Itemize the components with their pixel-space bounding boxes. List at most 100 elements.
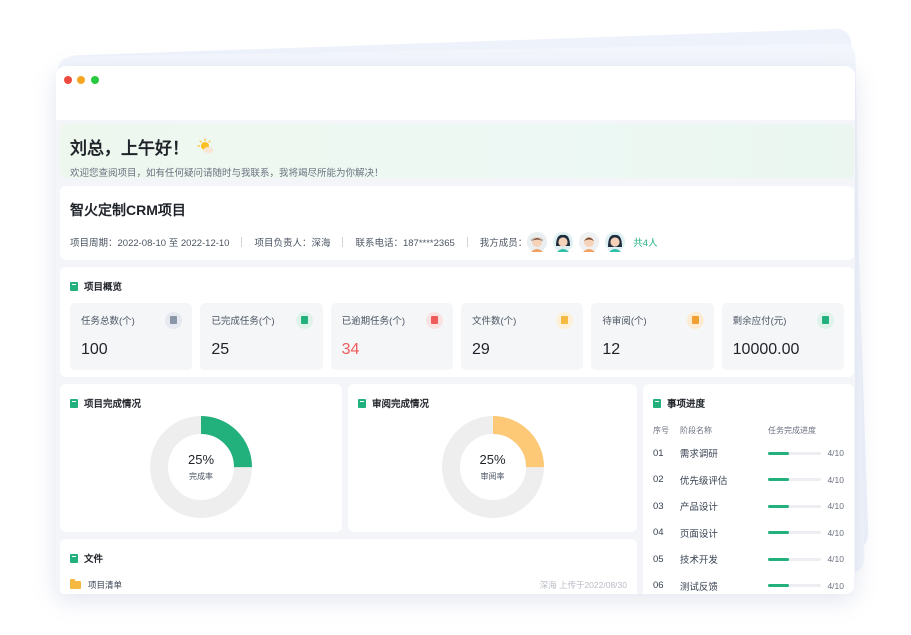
progress-fill <box>767 584 790 588</box>
bookmark-icon <box>70 281 78 291</box>
row-number: 05 <box>653 553 664 565</box>
stat-cards: 任务总数(个) 100 已完成任务(个) 25 已逾期任务(个) 34 文件数(个) 29 待审… <box>70 303 844 370</box>
progress-text: 4/10 <box>827 448 844 459</box>
folder-icon <box>70 579 81 589</box>
greeting-title: 刘总，上午好！ <box>70 134 844 159</box>
progress-bar <box>767 557 822 561</box>
avatar[interactable] <box>553 232 574 252</box>
title-bar <box>56 66 855 120</box>
stat-card[interactable]: 任务总数(个) 100 <box>70 303 193 370</box>
row-number: 01 <box>653 447 664 459</box>
progress-bar <box>767 478 822 482</box>
completion-label: 完成率 <box>189 472 213 481</box>
review-donut: 25% 审阅率 <box>441 416 544 518</box>
stat-card[interactable]: 文件数(个) 29 <box>460 303 584 370</box>
progress-text: 4/10 <box>827 501 844 512</box>
progress-row[interactable]: 06 测试反馈 4/10 <box>653 573 844 595</box>
stage-name: 优先级评估 <box>679 475 728 487</box>
progress-text: 4/10 <box>827 554 844 565</box>
row-number: 02 <box>653 474 664 486</box>
progress-row[interactable]: 04 页面设计 4/10 <box>653 520 844 547</box>
review-label: 审阅率 <box>480 472 505 481</box>
section-title-text: 项目完成情况 <box>84 399 142 410</box>
stat-card[interactable]: 已完成任务(个) 25 <box>200 303 323 370</box>
review-panel: 审阅完成情况 25% 审阅率 <box>348 384 637 532</box>
progress-row[interactable]: 02 优先级评估 4/10 <box>653 467 844 494</box>
app-window: 刘总，上午好！ 欢迎您查阅项目，如有任何疑问请随时与我联系，我将竭尽所能为你解决… <box>56 66 855 594</box>
sun-icon <box>197 137 215 156</box>
progress-text: 4/10 <box>827 580 844 591</box>
section-title-text: 事项进度 <box>667 399 706 410</box>
progress-row[interactable]: 03 产品设计 4/10 <box>653 493 844 520</box>
stat-icon <box>816 312 834 329</box>
overview-panel: 项目概览 任务总数(个) 100 已完成任务(个) 25 已逾期任务(个) 34 文件数(个… <box>60 267 854 377</box>
completion-donut: 25% 完成率 <box>150 416 252 518</box>
row-number: 06 <box>653 580 664 592</box>
project-period: 项目周期：2022-08-10 至 2022-12-10 <box>70 238 230 249</box>
minimize-window-button[interactable] <box>77 76 85 84</box>
stat-value: 25 <box>211 341 230 358</box>
section-title-text: 项目概览 <box>84 282 123 293</box>
file-upload-info: 深海 上传于2022/08/30 <box>539 580 627 590</box>
project-phone: 联系电话：187****2365 <box>355 238 455 249</box>
greeting-text: 刘总，上午好！ <box>70 139 189 158</box>
file-row[interactable]: 项目清单 深海 上传于2022/08/30 <box>70 579 627 591</box>
progress-fill <box>767 504 790 508</box>
row-number: 04 <box>653 527 664 539</box>
file-name[interactable]: 项目清单 <box>88 579 122 591</box>
column-header: 任务完成进度 <box>768 426 816 435</box>
review-percent: 25% <box>479 452 506 467</box>
progress-text: 4/10 <box>827 527 844 538</box>
stat-value: 100 <box>81 341 108 358</box>
bookmark-icon <box>70 553 78 563</box>
progress-row[interactable]: 01 需求调研 4/10 <box>653 440 844 467</box>
avatar[interactable] <box>605 232 626 252</box>
stage-name: 需求调研 <box>679 449 718 461</box>
members-total[interactable]: 共4人 <box>633 235 657 249</box>
progress-bar <box>767 531 822 535</box>
progress-title: 事项进度 <box>653 396 844 410</box>
greeting-subtitle: 欢迎您查阅项目，如有任何疑问请随时与我联系，我将竭尽所能为你解决！ <box>70 168 384 179</box>
stat-value: 34 <box>341 341 360 358</box>
review-title: 审阅完成情况 <box>358 396 627 410</box>
files-panel: 文件 项目清单 深海 上传于2022/08/30 <box>60 539 637 594</box>
bookmark-icon <box>70 398 78 408</box>
progress-bar <box>767 451 822 455</box>
progress-fill <box>767 531 790 535</box>
stat-value: 29 <box>471 341 490 358</box>
progress-row[interactable]: 05 技术开发 4/10 <box>653 546 844 573</box>
completion-percent: 25% <box>187 452 215 467</box>
stat-card[interactable]: 待审阅(个) 12 <box>591 303 714 370</box>
stage-name: 产品设计 <box>679 502 718 514</box>
files-title: 文件 <box>70 551 627 565</box>
progress-bar <box>767 584 822 588</box>
section-title-text: 文件 <box>84 554 104 565</box>
stat-card[interactable]: 剩余应付(元) 10000.00 <box>721 303 844 370</box>
close-window-button[interactable] <box>64 76 72 84</box>
divider <box>342 237 344 247</box>
members-label: 我方成员： <box>479 238 528 249</box>
bookmark-icon <box>653 398 661 408</box>
stat-icon <box>295 312 313 329</box>
divider <box>241 237 243 247</box>
progress-fill <box>767 557 790 561</box>
avatar[interactable] <box>579 232 600 252</box>
progress-panel: 事项进度 序号 阶段名称 任务完成进度 01 需求调研 4/10 02 优先级评估 4/1… <box>643 384 854 594</box>
project-owner: 项目负责人：深海 <box>254 238 331 249</box>
progress-fill <box>767 478 790 482</box>
stat-value: 10000.00 <box>732 341 800 358</box>
stat-icon <box>425 312 443 329</box>
maximize-window-button[interactable] <box>91 76 99 84</box>
section-title-text: 审阅完成情况 <box>372 399 430 410</box>
overview-title: 项目概览 <box>70 279 844 293</box>
donut-chart <box>441 416 544 518</box>
stage-name: 技术开发 <box>679 555 718 567</box>
column-header: 序号 <box>653 426 669 435</box>
stat-icon <box>686 312 704 329</box>
progress-header: 序号 阶段名称 任务完成进度 <box>653 425 844 436</box>
greeting-banner: 刘总，上午好！ 欢迎您查阅项目，如有任何疑问请随时与我联系，我将竭尽所能为你解决… <box>60 124 854 179</box>
avatar[interactable] <box>527 232 548 252</box>
project-meta: 项目周期：2022-08-10 至 2022-12-10 项目负责人：深海 联系… <box>70 232 844 252</box>
stat-card[interactable]: 已逾期任务(个) 34 <box>330 303 453 370</box>
donut-chart <box>150 416 252 518</box>
